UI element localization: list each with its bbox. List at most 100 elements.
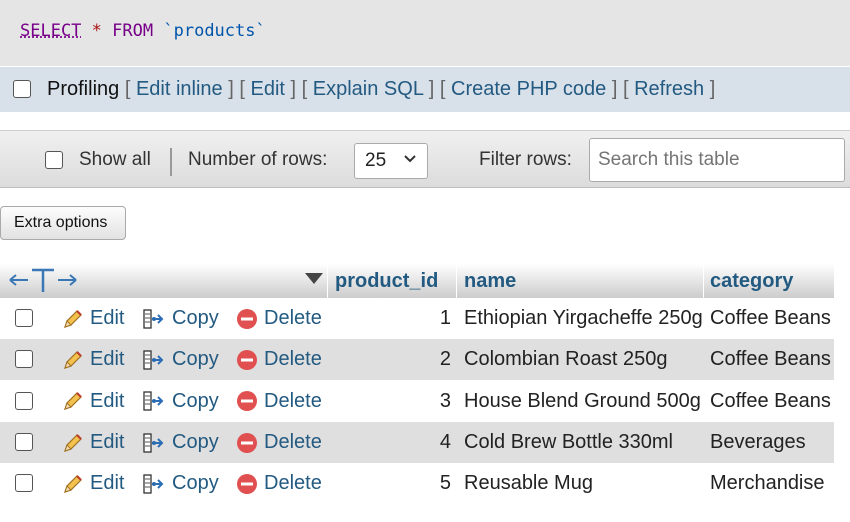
- filter-rows-label: Filter rows:: [479, 149, 572, 170]
- copy-row-link[interactable]: Copy: [142, 431, 219, 454]
- cell-name: Reusable Mug: [464, 472, 593, 495]
- sql-star: *: [91, 21, 102, 41]
- cell-name: Cold Brew Bottle 330ml: [464, 430, 673, 453]
- delete-icon: [236, 308, 258, 330]
- delete-icon: [236, 349, 258, 371]
- show-all-label[interactable]: Show all: [79, 149, 151, 171]
- sql-keyword-select[interactable]: SELECT: [20, 21, 81, 41]
- row-checkbox[interactable]: [15, 350, 33, 369]
- column-header-name[interactable]: name: [464, 270, 516, 293]
- delete-icon: [236, 432, 258, 454]
- edit-label: Edit: [90, 389, 125, 412]
- cell-name: Colombian Roast 250g: [464, 348, 668, 371]
- profiling-checkbox[interactable]: [13, 80, 31, 98]
- row-checkbox[interactable]: [15, 474, 33, 493]
- divider: [170, 148, 172, 176]
- cell-category: Coffee Beans: [710, 348, 831, 371]
- copy-icon: [142, 390, 166, 412]
- refresh-link[interactable]: Refresh: [634, 78, 704, 100]
- edit-row-link[interactable]: Edit: [62, 431, 124, 454]
- pencil-icon: [62, 349, 84, 371]
- row-checkbox[interactable]: [15, 309, 33, 327]
- table-row: Edit Copy Delete 2 Colombian Roast 250g Coffe…: [0, 339, 834, 381]
- delete-row-link[interactable]: Delete: [236, 390, 322, 413]
- column-divider: [703, 264, 704, 298]
- profiling-label: Profiling: [47, 78, 120, 100]
- sql-query-text: SELECT * FROM `products`: [20, 21, 266, 41]
- cell-product-id: 4: [439, 430, 451, 453]
- profiling-bar: Profiling [ Edit inline ] [ Edit ] [ Exp…: [0, 67, 850, 112]
- copy-label: Copy: [172, 430, 219, 453]
- table-navigation-bar: Show all Number of rows: 25 Filter rows:: [0, 130, 850, 188]
- chevron-down-icon: [402, 150, 418, 171]
- copy-label: Copy: [172, 348, 219, 371]
- search-table-input[interactable]: [589, 138, 845, 182]
- profiling-links: Profiling [ Edit inline ] [ Edit ] [ Exp…: [47, 78, 716, 100]
- table-header: product_id name category: [0, 264, 834, 298]
- pencil-icon: [62, 432, 84, 454]
- copy-row-link[interactable]: Copy: [142, 472, 219, 495]
- sql-query-box: SELECT * FROM `products`: [0, 0, 850, 66]
- edit-inline-link[interactable]: Edit inline: [136, 78, 223, 100]
- table-row: Edit Copy Delete 3 House Blend Ground 500g Co…: [0, 380, 834, 422]
- edit-row-link[interactable]: Edit: [62, 348, 124, 371]
- table-row: Edit Copy Delete 1 Ethiopian Yirgacheffe 250…: [0, 298, 834, 339]
- cell-product-id: 3: [439, 389, 451, 412]
- cell-product-id: 1: [439, 307, 451, 329]
- pencil-icon: [62, 390, 84, 412]
- table-row: Edit Copy Delete 4 Cold Brew Bottle 330ml Bev…: [0, 421, 834, 463]
- delete-label: Delete: [264, 472, 322, 495]
- delete-label: Delete: [264, 430, 322, 453]
- copy-row-link[interactable]: Copy: [142, 348, 219, 371]
- delete-row-link[interactable]: Delete: [236, 472, 322, 495]
- row-checkbox[interactable]: [15, 391, 33, 410]
- delete-icon: [236, 390, 258, 412]
- sql-keyword-from: FROM: [112, 21, 154, 41]
- show-all-checkbox[interactable]: [45, 151, 63, 169]
- table-row: Edit Copy Delete 5 Reusable Mug Merchandise: [0, 463, 834, 505]
- copy-icon: [142, 473, 166, 495]
- cell-category: Merchandise: [710, 472, 825, 495]
- create-php-code-link[interactable]: Create PHP code: [451, 78, 606, 100]
- edit-label: Edit: [90, 472, 125, 495]
- row-checkbox[interactable]: [15, 432, 33, 451]
- copy-label: Copy: [172, 307, 219, 329]
- cell-name: Ethiopian Yirgacheffe 250g: [464, 307, 703, 329]
- edit-row-link[interactable]: Edit: [62, 390, 124, 413]
- copy-icon: [142, 308, 166, 330]
- edit-link[interactable]: Edit: [250, 78, 284, 100]
- edit-label: Edit: [90, 348, 125, 371]
- column-header-category[interactable]: category: [710, 270, 793, 293]
- sort-down-icon[interactable]: [305, 273, 323, 284]
- delete-row-link[interactable]: Delete: [236, 348, 322, 371]
- copy-row-link[interactable]: Copy: [142, 390, 219, 413]
- delete-row-link[interactable]: Delete: [236, 307, 322, 330]
- column-arrows-icon[interactable]: [8, 266, 80, 300]
- delete-icon: [236, 473, 258, 495]
- copy-row-link[interactable]: Copy: [142, 307, 219, 330]
- explain-sql-link[interactable]: Explain SQL: [313, 78, 423, 100]
- edit-label: Edit: [90, 307, 125, 329]
- cell-name: House Blend Ground 500g: [464, 389, 701, 412]
- rows-select-value: 25: [365, 150, 387, 171]
- edit-row-link[interactable]: Edit: [62, 307, 124, 330]
- column-header-product-id[interactable]: product_id: [335, 270, 438, 293]
- copy-icon: [142, 432, 166, 454]
- pencil-icon: [62, 308, 84, 330]
- delete-row-link[interactable]: Delete: [236, 431, 322, 454]
- number-of-rows-select[interactable]: 25: [354, 143, 428, 179]
- cell-category: Coffee Beans: [710, 307, 831, 329]
- sql-table-name: `products`: [163, 21, 266, 41]
- cell-product-id: 5: [439, 472, 451, 495]
- cell-category: Coffee Beans: [710, 389, 831, 412]
- copy-label: Copy: [172, 389, 219, 412]
- edit-row-link[interactable]: Edit: [62, 472, 124, 495]
- edit-label: Edit: [90, 430, 125, 453]
- pencil-icon: [62, 473, 84, 495]
- extra-options-button[interactable]: Extra options: [0, 206, 126, 240]
- delete-label: Delete: [264, 307, 322, 329]
- number-of-rows-label: Number of rows:: [188, 149, 328, 170]
- cell-product-id: 2: [439, 348, 451, 371]
- delete-label: Delete: [264, 348, 322, 371]
- delete-label: Delete: [264, 389, 322, 412]
